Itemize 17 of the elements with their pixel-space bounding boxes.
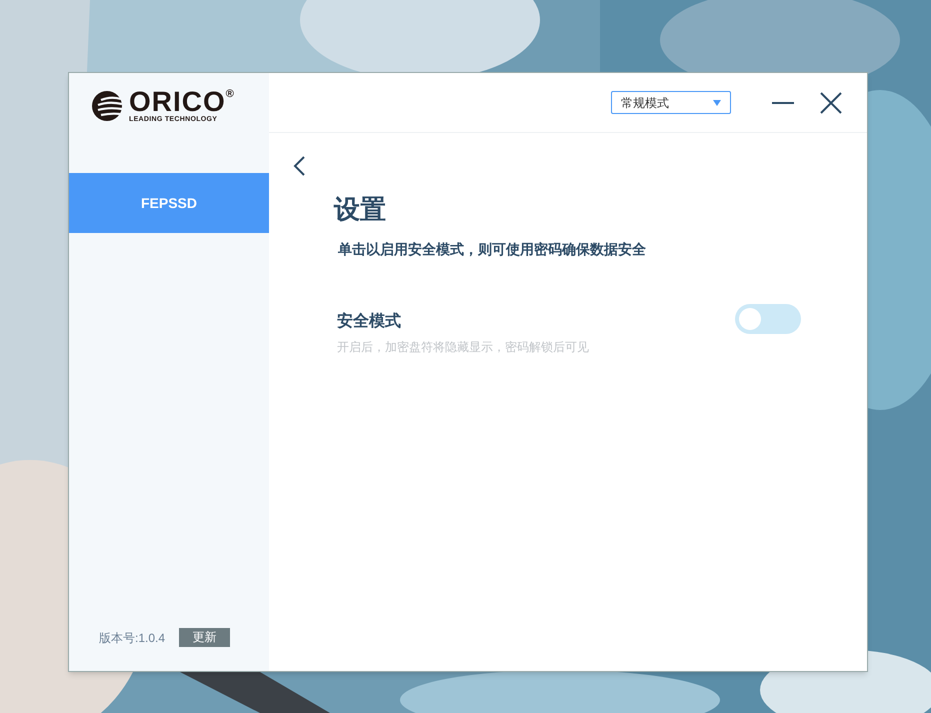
update-button[interactable]: 更新 <box>179 628 230 647</box>
page-title: 设置 <box>334 193 387 226</box>
mode-dropdown[interactable]: 常规模式 <box>611 91 731 114</box>
toggle-switch[interactable] <box>735 304 801 334</box>
sidebar-item[interactable]: FEPSSD <box>69 173 269 233</box>
page-description: 单击以启用安全模式，则可使用密码确保数据安全 <box>338 240 647 259</box>
minimize-icon <box>772 102 794 104</box>
option-hint: 开启后，加密盘符将隐藏显示，密码解锁后可见 <box>337 339 589 356</box>
registered-mark: ® <box>226 89 234 100</box>
caret-icon <box>713 100 721 106</box>
version-label: 版本号:1.0.4 <box>99 630 166 646</box>
option-label: 安全模式 <box>337 311 402 332</box>
close-icon <box>820 92 842 114</box>
logo-wordmark: ORICO <box>129 89 226 115</box>
close-button[interactable] <box>819 90 843 114</box>
back-icon <box>293 156 305 176</box>
logo-icon <box>91 90 123 122</box>
